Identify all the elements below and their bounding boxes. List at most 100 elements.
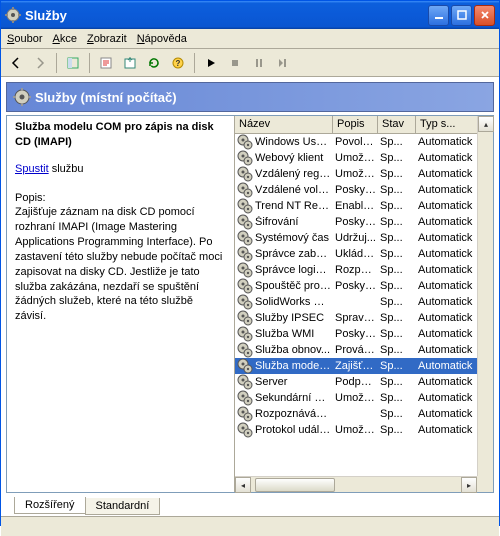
forward-button	[29, 52, 51, 74]
cell-stav: Sp...	[380, 168, 418, 180]
cell-name: Správce logick...	[255, 264, 335, 276]
cell-popis: Poskyt...	[335, 184, 380, 196]
start-service-button[interactable]	[200, 52, 222, 74]
cell-name: Rozpoznávání ...	[255, 408, 335, 420]
col-popis[interactable]: Popis	[333, 116, 378, 133]
gear-icon	[237, 134, 253, 150]
menu-napoveda[interactable]: Nápověda	[137, 33, 187, 45]
cell-popis: Umožň...	[335, 152, 380, 164]
service-row[interactable]: Služby IPSECSpravu...Sp...Automatick	[235, 310, 493, 326]
close-button[interactable]	[474, 5, 495, 26]
cell-popis: Umožň...	[335, 424, 380, 436]
service-row[interactable]: Vzdálený registrUmožň...Sp...Automatick	[235, 166, 493, 182]
cell-name: Služby IPSEC	[255, 312, 335, 324]
menu-zobrazit[interactable]: Zobrazit	[87, 33, 127, 45]
service-row[interactable]: Služba modelu...Zajišťu...Sp...Automatic…	[235, 358, 493, 374]
gear-icon	[237, 358, 253, 374]
service-row[interactable]: ŠifrováníPoskyt...Sp...Automatick	[235, 214, 493, 230]
scroll-left-button[interactable]: ◂	[235, 477, 251, 493]
maximize-button[interactable]	[451, 5, 472, 26]
gear-icon	[237, 150, 253, 166]
details-pane: Služba modelu COM pro zápis na disk CD (…	[7, 116, 235, 492]
gear-icon	[237, 262, 253, 278]
cell-stav: Sp...	[380, 312, 418, 324]
menu-akce[interactable]: Akce	[52, 33, 76, 45]
cell-name: Vzdálený registr	[255, 168, 335, 180]
service-row[interactable]: Webový klientUmožň...Sp...Automatick	[235, 150, 493, 166]
tab-standard[interactable]: Standardní	[85, 498, 161, 515]
tab-extended[interactable]: Rozšířený	[14, 497, 86, 514]
service-row[interactable]: SolidWorks Sol...Sp...Automatick	[235, 294, 493, 310]
gear-icon	[237, 342, 253, 358]
gear-icon	[237, 198, 253, 214]
gear-icon	[237, 422, 253, 438]
cell-name: Služba obnov...	[255, 344, 335, 356]
cell-stav: Sp...	[380, 216, 418, 228]
help-button[interactable]: ?	[167, 52, 189, 74]
window-titlebar: Služby	[1, 1, 499, 29]
back-button[interactable]	[5, 52, 27, 74]
column-headers: Název Popis Stav Typ s...	[235, 116, 493, 134]
service-row[interactable]: Služba WMIPoskyt...Sp...Automatick	[235, 326, 493, 342]
minimize-button[interactable]	[428, 5, 449, 26]
service-row[interactable]: Windows User...Povolí ...Sp...Automatick	[235, 134, 493, 150]
pause-service-button	[248, 52, 270, 74]
gear-icon	[237, 406, 253, 422]
cell-popis: Umožň...	[335, 168, 380, 180]
gear-icon	[237, 230, 253, 246]
content-area: Služba modelu COM pro zápis na disk CD (…	[6, 115, 494, 493]
vertical-scrollbar[interactable]: ▴	[477, 116, 493, 476]
service-row[interactable]: Služba obnov...Provád...Sp...Automatick	[235, 342, 493, 358]
scope-header: Služby (místní počítač)	[6, 82, 494, 112]
show-hide-tree-button[interactable]	[62, 52, 84, 74]
service-row[interactable]: Trend NT Real...Enable...Sp...Automatick	[235, 198, 493, 214]
cell-stav: Sp...	[380, 248, 418, 260]
cell-popis: Povolí ...	[335, 136, 380, 148]
horizontal-scrollbar[interactable]: ◂ ▸	[235, 476, 477, 492]
service-row[interactable]: Správce zabe...Ukládá ...Sp...Automatick	[235, 246, 493, 262]
service-row[interactable]: Protokol událostíUmožň...Sp...Automatick	[235, 422, 493, 438]
gear-icon	[237, 278, 253, 294]
cell-popis: Zajišťu...	[335, 360, 380, 372]
service-row[interactable]: ServerPodpor...Sp...Automatick	[235, 374, 493, 390]
service-row[interactable]: Rozpoznávání ...Sp...Automatick	[235, 406, 493, 422]
col-stav[interactable]: Stav	[378, 116, 416, 133]
service-row[interactable]: Spouštěč proc...Poskyt...Sp...Automatick	[235, 278, 493, 294]
cell-name: Šifrování	[255, 216, 335, 228]
cell-name: Služba WMI	[255, 328, 335, 340]
scroll-right-button[interactable]: ▸	[461, 477, 477, 493]
cell-name: Webový klient	[255, 152, 335, 164]
cell-stav: Sp...	[380, 424, 418, 436]
scope-title: Služby (místní počítač)	[35, 90, 177, 105]
cell-name: Protokol událostí	[255, 424, 335, 436]
cell-popis: Poskyt...	[335, 280, 380, 292]
cell-stav: Sp...	[380, 392, 418, 404]
service-row[interactable]: Systémový časUdržuj...Sp...Automatick	[235, 230, 493, 246]
gear-icon	[237, 246, 253, 262]
cell-popis: Udržuj...	[335, 232, 380, 244]
cell-stav: Sp...	[380, 264, 418, 276]
cell-stav: Sp...	[380, 328, 418, 340]
export-button[interactable]	[119, 52, 141, 74]
gear-icon	[237, 390, 253, 406]
cell-popis: Podpor...	[335, 376, 380, 388]
description-text: Zajišťuje záznam na disk CD pomocí rozhr…	[15, 205, 226, 324]
service-row[interactable]: Vzdálené volá...Poskyt...Sp...Automatick	[235, 182, 493, 198]
gear-icon	[237, 310, 253, 326]
scroll-thumb[interactable]	[255, 478, 335, 492]
menu-soubor[interactable]: Soubor	[7, 33, 42, 45]
col-name[interactable]: Název	[235, 116, 333, 133]
service-row[interactable]: Sekundární při...Umožň...Sp...Automatick	[235, 390, 493, 406]
cell-stav: Sp...	[380, 184, 418, 196]
selected-service-name: Služba modelu COM pro zápis na disk CD (…	[15, 120, 226, 150]
scroll-up-button[interactable]: ▴	[478, 116, 494, 132]
service-row[interactable]: Správce logick...Rozpoz...Sp...Automatic…	[235, 262, 493, 278]
properties-button[interactable]	[95, 52, 117, 74]
refresh-button[interactable]	[143, 52, 165, 74]
start-service-link[interactable]: Spustit	[15, 163, 49, 175]
cell-stav: Sp...	[380, 152, 418, 164]
cell-name: Windows User...	[255, 136, 335, 148]
cell-name: Vzdálené volá...	[255, 184, 335, 196]
cell-popis: Enable...	[335, 200, 380, 212]
gear-icon	[237, 182, 253, 198]
